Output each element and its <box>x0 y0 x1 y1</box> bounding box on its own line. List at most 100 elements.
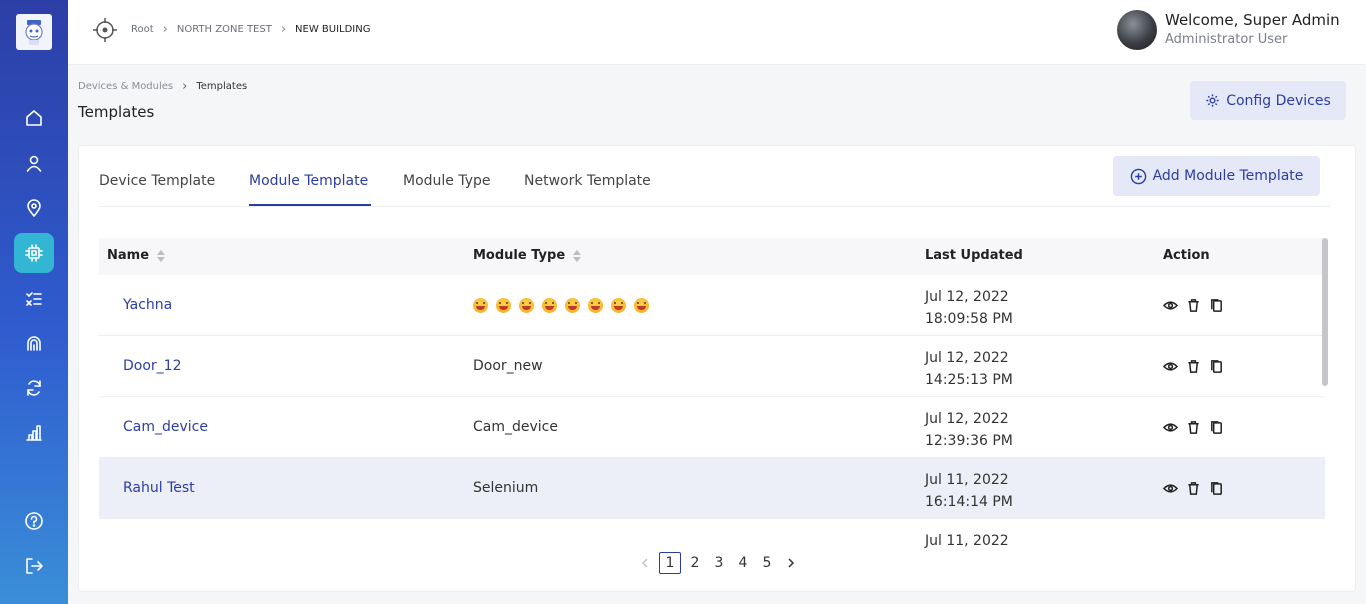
column-action-label: Action <box>1163 248 1210 263</box>
table-row[interactable]: Rahul Test Selenium Jul 11, 2022 16:14:1… <box>99 458 1325 519</box>
welcome-text: Welcome, Super Admin <box>1165 11 1340 29</box>
module-type: Door_new <box>473 358 543 374</box>
plus-circle-icon <box>1130 168 1146 184</box>
app-logo[interactable] <box>16 14 52 50</box>
location-target-icon[interactable] <box>92 17 118 43</box>
sync-icon <box>27 380 41 396</box>
last-updated: Jul 11, 2022 16:14:14 PM <box>925 469 1013 513</box>
sidebar-item-locations[interactable] <box>14 188 54 228</box>
row-actions <box>1163 298 1224 313</box>
sidebar-item-access[interactable] <box>14 323 54 363</box>
column-header-module-type[interactable]: Module Type <box>473 248 582 263</box>
fingerprint-icon <box>27 336 41 351</box>
location-icon <box>27 199 41 217</box>
row-actions <box>1163 359 1224 374</box>
trash-icon[interactable] <box>1186 298 1201 313</box>
table-row[interactable]: Cam_device Cam_device Jul 12, 2022 12:39… <box>99 397 1325 458</box>
user-icon <box>26 155 42 172</box>
chip-icon <box>25 244 43 262</box>
sidebar-item-users[interactable] <box>14 143 54 183</box>
copy-icon[interactable] <box>1209 298 1224 313</box>
page-5[interactable]: 5 <box>757 552 777 574</box>
copy-icon[interactable] <box>1209 359 1224 374</box>
sidebar-item-tasks[interactable] <box>14 278 54 318</box>
prev-page-button[interactable] <box>635 552 655 574</box>
copy-icon[interactable] <box>1209 481 1224 496</box>
page-1[interactable]: 1 <box>659 552 681 574</box>
scrollbar-thumb[interactable] <box>1322 238 1328 386</box>
eye-icon[interactable] <box>1163 481 1178 496</box>
sidebar-item-logout[interactable] <box>14 546 54 586</box>
template-name[interactable]: Cam_device <box>123 419 208 435</box>
template-name[interactable]: Door_12 <box>123 358 181 374</box>
templates-card: Device Template Module Template Module T… <box>78 145 1356 592</box>
updated-time: 18:09:58 PM <box>925 311 1013 327</box>
trash-icon[interactable] <box>1186 481 1201 496</box>
smiley-emoji-icon <box>634 298 649 313</box>
eye-icon[interactable] <box>1163 420 1178 435</box>
column-header-last-updated: Last Updated <box>925 248 1023 263</box>
updated-time: 12:39:36 PM <box>925 433 1013 449</box>
checklist-icon <box>26 292 42 306</box>
eye-icon[interactable] <box>1163 298 1178 313</box>
pagination: 1 2 3 4 5 <box>635 552 801 574</box>
column-updated-label: Last Updated <box>925 248 1023 263</box>
add-module-template-button[interactable]: Add Module Template <box>1113 156 1320 196</box>
breadcrumb-root[interactable]: Root <box>131 24 154 35</box>
sort-icon[interactable] <box>157 249 166 262</box>
chevron-right-icon <box>788 558 795 568</box>
breadcrumb-templates: Templates <box>196 81 248 92</box>
row-actions <box>1163 420 1224 435</box>
breadcrumb-devices-modules[interactable]: Devices & Modules <box>78 81 173 92</box>
table-row[interactable]: Jul 11, 2022 <box>99 519 1325 550</box>
module-type: Cam_device <box>473 419 558 435</box>
sidebar-item-reports[interactable] <box>14 413 54 453</box>
updated-time: 14:25:13 PM <box>925 372 1013 388</box>
template-name[interactable]: Yachna <box>123 297 172 313</box>
sort-icon[interactable] <box>573 249 582 262</box>
module-template-table: Name Module Type Last Updated Action Yac… <box>99 238 1325 550</box>
updated-time: 16:14:14 PM <box>925 494 1013 510</box>
chevron-right-icon: › <box>280 21 287 37</box>
table-row[interactable]: Yachna Jul 12, 2022 18:09:58 PM <box>99 275 1325 336</box>
tab-module-template[interactable]: Module Template <box>249 173 368 189</box>
sidebar-item-devices[interactable] <box>14 233 54 273</box>
page-3[interactable]: 3 <box>709 552 729 574</box>
next-page-button[interactable] <box>781 552 801 574</box>
table-header: Name Module Type Last Updated Action <box>99 238 1325 275</box>
template-name[interactable]: Rahul Test <box>123 480 195 496</box>
updated-date: Jul 12, 2022 <box>925 350 1009 366</box>
smiley-emoji-icon <box>565 298 580 313</box>
updated-date: Jul 11, 2022 <box>925 533 1009 549</box>
tab-module-type[interactable]: Module Type <box>403 173 491 189</box>
sidebar-item-sync[interactable] <box>14 368 54 408</box>
tab-network-template[interactable]: Network Template <box>524 173 651 189</box>
page-title: Templates <box>78 103 155 121</box>
help-icon <box>25 512 43 530</box>
trash-icon[interactable] <box>1186 420 1201 435</box>
add-module-template-label: Add Module Template <box>1152 168 1304 184</box>
tab-device-template[interactable]: Device Template <box>99 173 215 189</box>
trash-icon[interactable] <box>1186 359 1201 374</box>
user-role: Administrator User <box>1165 32 1288 47</box>
avatar[interactable] <box>1117 10 1157 50</box>
sidebar-item-help[interactable] <box>14 501 54 541</box>
page-4[interactable]: 4 <box>733 552 753 574</box>
page-2[interactable]: 2 <box>685 552 705 574</box>
breadcrumb-building: NEW BUILDING <box>295 24 371 35</box>
column-type-label: Module Type <box>473 248 566 263</box>
breadcrumb-zone[interactable]: NORTH ZONE TEST <box>177 24 272 35</box>
config-devices-button[interactable]: Config Devices <box>1190 81 1346 120</box>
sidebar <box>0 0 68 604</box>
sidebar-item-home[interactable] <box>14 98 54 138</box>
last-updated: Jul 12, 2022 18:09:58 PM <box>925 286 1013 330</box>
table-scrollbar[interactable] <box>1322 238 1328 550</box>
copy-icon[interactable] <box>1209 420 1224 435</box>
updated-date: Jul 12, 2022 <box>925 289 1009 305</box>
smiley-emoji-icon <box>473 298 488 313</box>
last-updated: Jul 12, 2022 14:25:13 PM <box>925 347 1013 391</box>
chevron-right-icon: › <box>182 78 188 94</box>
eye-icon[interactable] <box>1163 359 1178 374</box>
column-header-name[interactable]: Name <box>107 248 166 263</box>
table-row[interactable]: Door_12 Door_new Jul 12, 2022 14:25:13 P… <box>99 336 1325 397</box>
